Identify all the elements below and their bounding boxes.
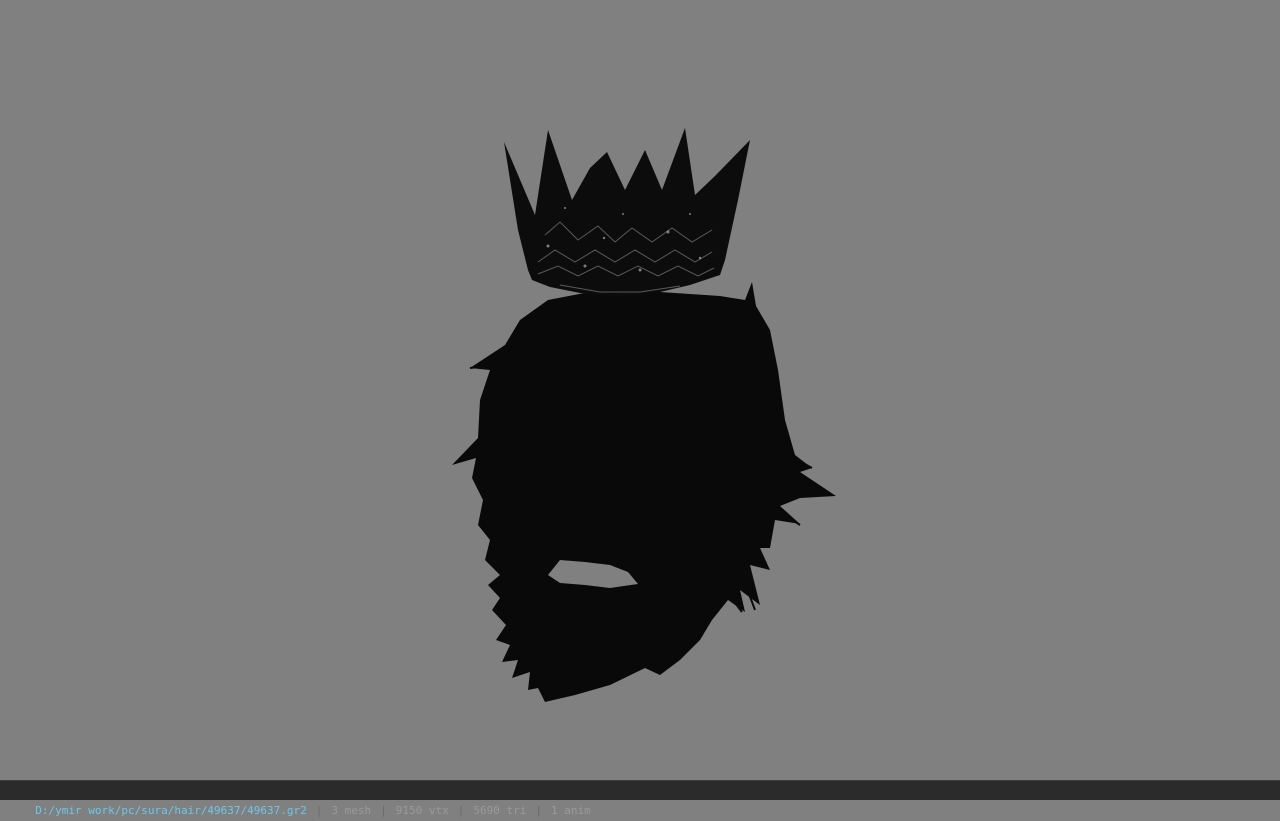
model-render [452, 128, 836, 702]
animation-count: 1 anim [551, 804, 591, 817]
vertex-count: 9150 vtx [395, 804, 449, 817]
status-bar: D:/ymir work/pc/sura/hair/49637/49637.gr… [0, 780, 1280, 817]
separator: | [380, 804, 387, 817]
separator: | [457, 804, 465, 817]
separator: | [535, 804, 542, 817]
file-path: D:/ymir work/pc/sura/hair/49637/49637.gr… [35, 804, 307, 817]
triangle-count: 5690 tri [473, 804, 527, 817]
3d-viewport[interactable] [0, 0, 1280, 780]
hair-model [452, 282, 836, 702]
mesh-count: 3 mesh [331, 804, 372, 817]
crown-model [504, 128, 750, 296]
separator: | [315, 804, 323, 817]
